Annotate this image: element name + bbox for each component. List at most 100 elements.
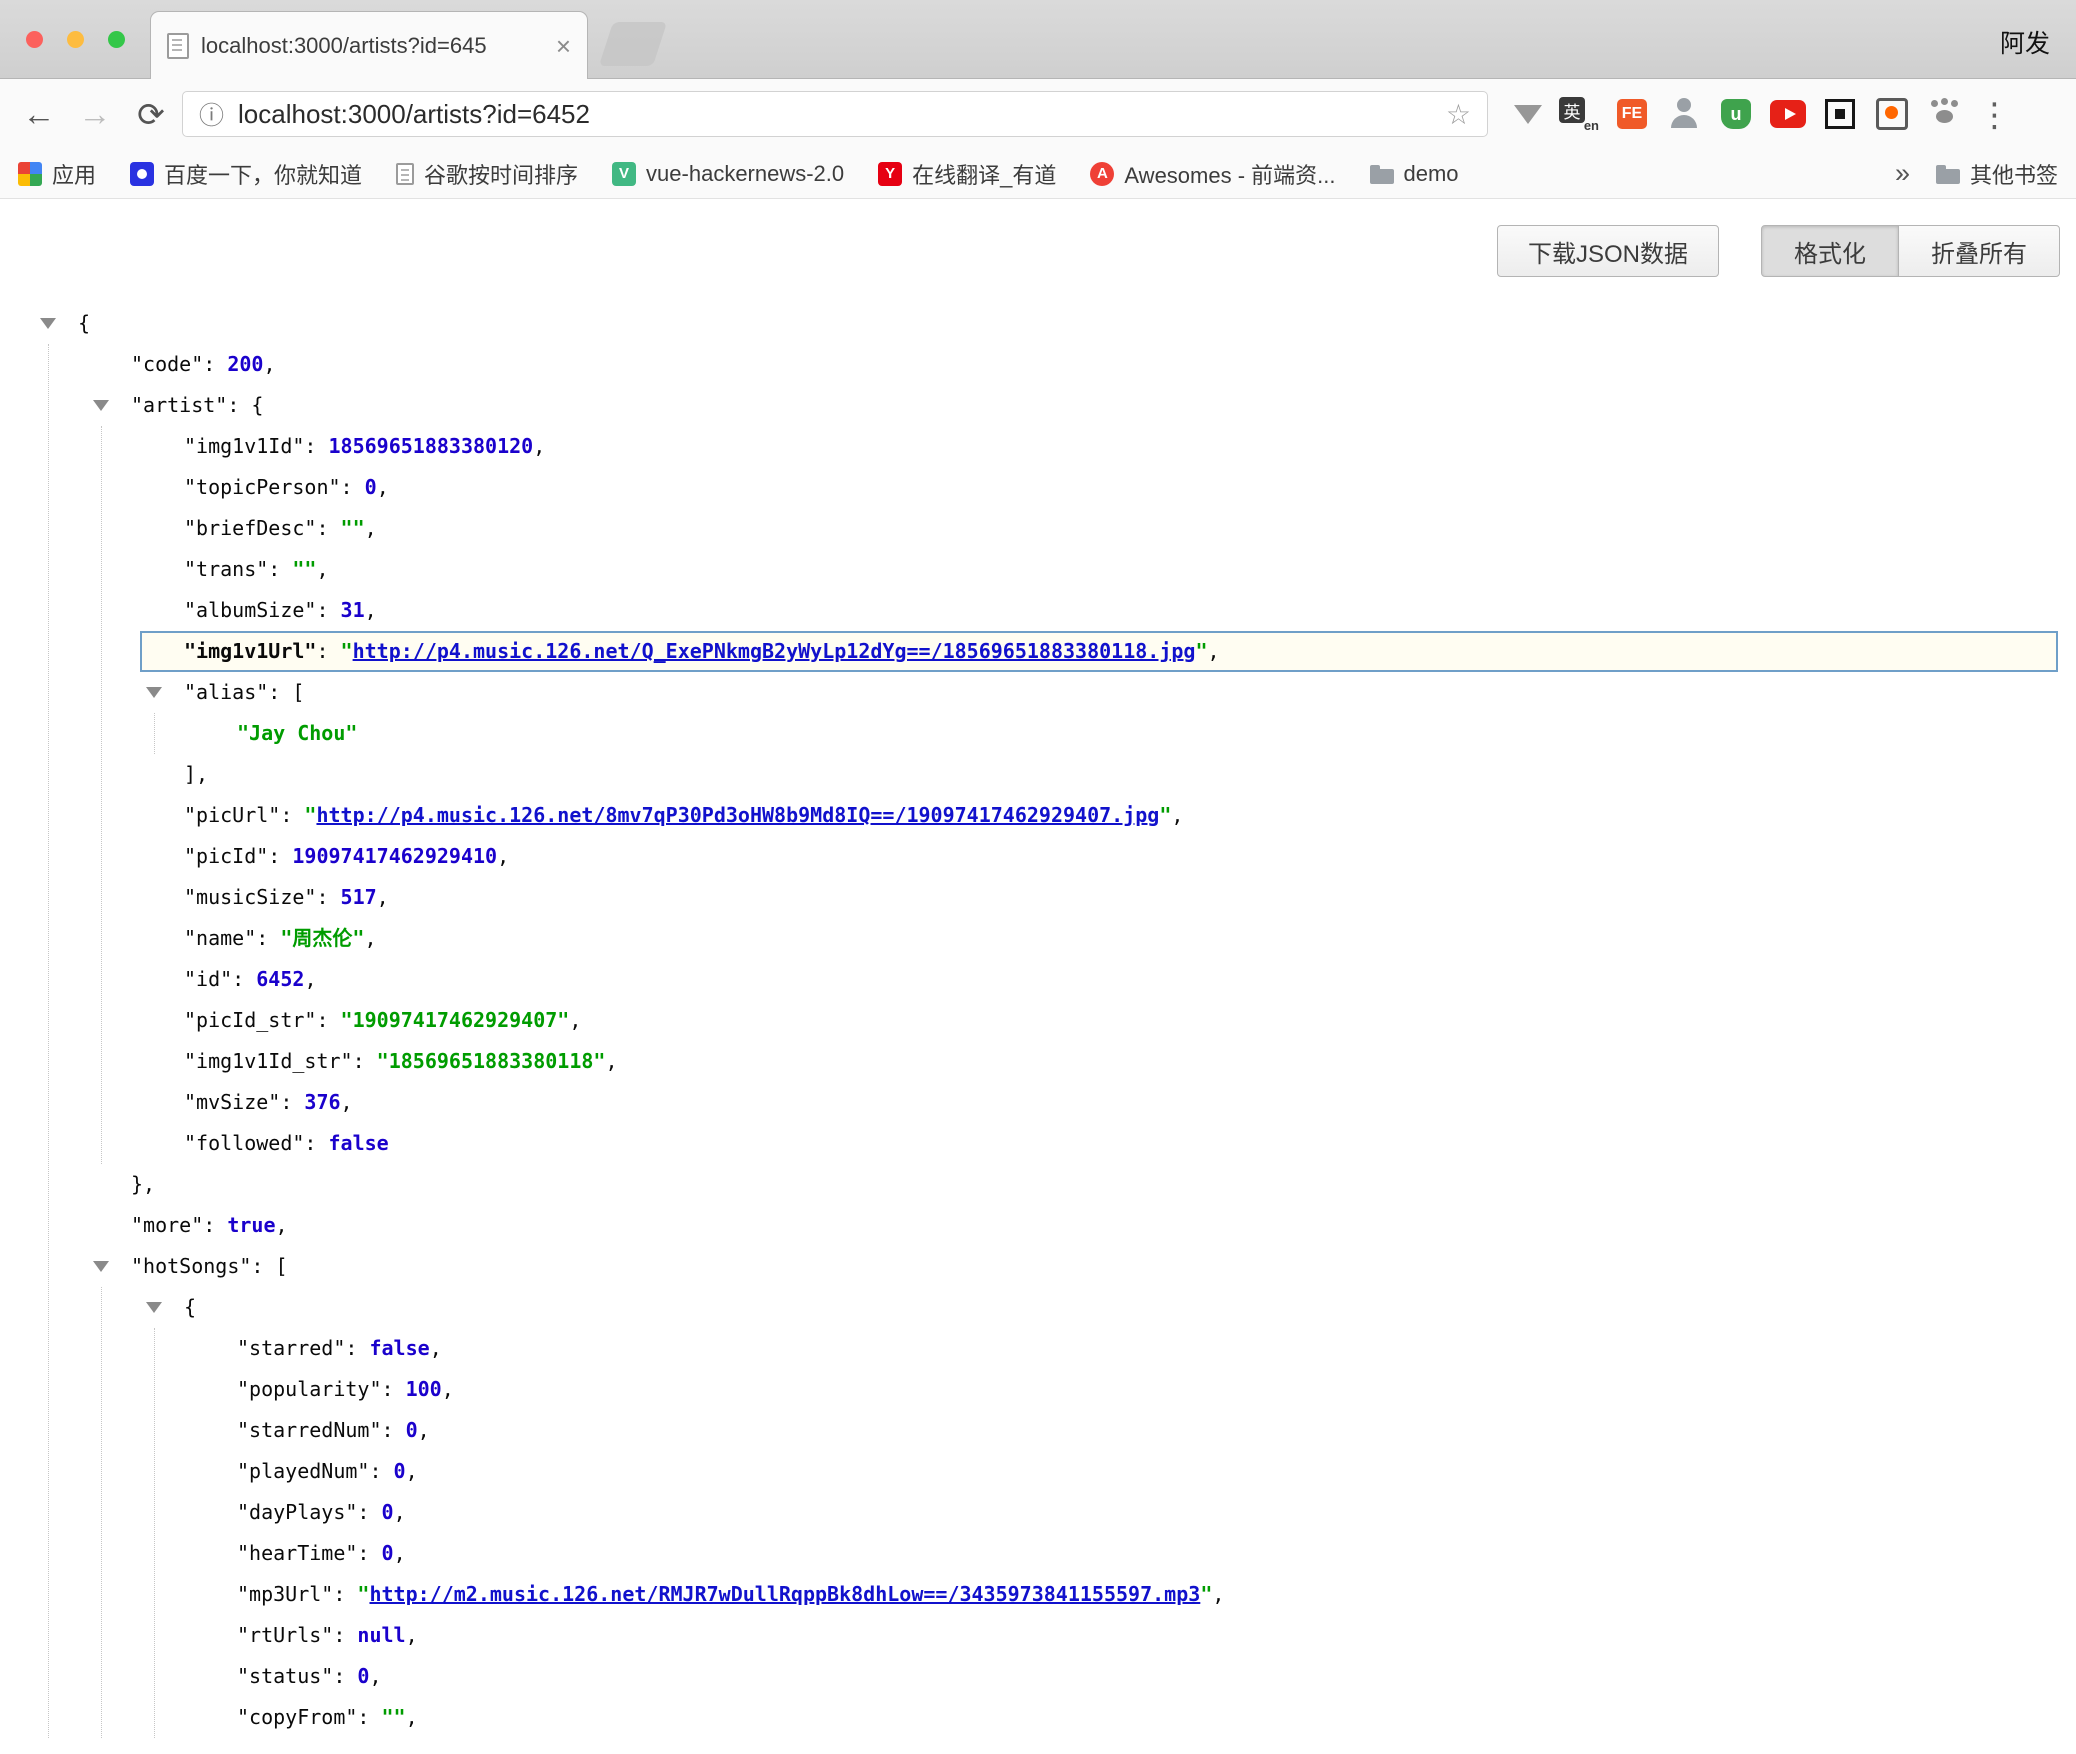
json-key: "dayPlays" <box>237 1500 357 1524</box>
json-line: "img1v1Id": 18569651883380120, <box>0 426 2076 467</box>
json-number-value: 517 <box>341 885 377 909</box>
json-key: "more" <box>131 1213 203 1237</box>
json-colon: : <box>227 393 251 417</box>
json-line: "musicSize": 517, <box>0 877 2076 918</box>
browser-tab[interactable]: localhost:3000/artists?id=645 × <box>150 11 588 79</box>
json-key: "followed" <box>184 1131 304 1155</box>
json-quote: " <box>1159 803 1171 827</box>
json-number-value: 100 <box>406 1377 442 1401</box>
json-line: "picId": 19097417462929410, <box>0 836 2076 877</box>
page-favicon-icon <box>167 33 189 59</box>
tab-close-icon[interactable]: × <box>556 33 571 59</box>
json-line: "albumSize": 31, <box>0 590 2076 631</box>
collapse-arrow-icon[interactable] <box>93 1261 109 1272</box>
shield-extension-icon[interactable]: u <box>1716 94 1756 134</box>
bookmark-item[interactable]: Vvue-hackernews-2.0 <box>612 161 844 187</box>
json-quote: " <box>1200 1582 1212 1606</box>
json-punctuation: , <box>497 844 509 868</box>
browser-menu-icon[interactable]: ⋮ <box>1978 95 2011 134</box>
bookmark-item[interactable]: Y在线翻译_有道 <box>878 158 1056 190</box>
download-json-button[interactable]: 下载JSON数据 <box>1497 225 1719 277</box>
json-punctuation: { <box>251 393 263 417</box>
youtube-extension-icon[interactable] <box>1768 94 1808 134</box>
json-line: "alias": [ <box>0 672 2076 713</box>
bookmark-item[interactable]: 谷歌按时间排序 <box>396 158 578 190</box>
json-line: "starredNum": 0, <box>0 1410 2076 1451</box>
collapse-arrow-icon[interactable] <box>40 318 56 329</box>
bookmarks-overflow-icon[interactable]: » <box>1895 158 1910 189</box>
collapse-arrow-icon[interactable] <box>146 1302 162 1313</box>
json-punctuation: , <box>406 1459 418 1483</box>
json-key: "id" <box>184 967 232 991</box>
json-punctuation: , <box>394 1541 406 1565</box>
json-key: "code" <box>131 352 203 376</box>
json-key: "picId_str" <box>184 1008 316 1032</box>
collapse-arrow-icon[interactable] <box>93 400 109 411</box>
json-literal-value: false <box>369 1336 429 1360</box>
json-colon: : <box>203 1213 227 1237</box>
back-button[interactable]: ← <box>14 95 64 133</box>
window-minimize-button[interactable] <box>67 31 84 48</box>
json-colon: : <box>316 516 340 540</box>
json-string-value: "19097417462929407" <box>341 1008 570 1032</box>
page-info-icon[interactable]: ⓘ <box>199 96 224 132</box>
json-key: "mvSize" <box>184 1090 280 1114</box>
json-line-highlighted: "img1v1Url": "http://p4.music.126.net/Q_… <box>140 631 2058 672</box>
json-punctuation: , <box>364 926 376 950</box>
json-key: "picUrl" <box>184 803 280 827</box>
window-maximize-button[interactable] <box>108 31 125 48</box>
json-key: "trans" <box>184 557 268 581</box>
other-bookmarks-label: 其他书签 <box>1970 158 2058 190</box>
json-url-link[interactable]: http://m2.music.126.net/RMJR7wDullRqppBk… <box>369 1582 1200 1606</box>
json-colon: : <box>280 1090 304 1114</box>
bookmark-item[interactable]: 应用 <box>18 158 96 190</box>
player-extension-icon[interactable] <box>1872 94 1912 134</box>
qrcode-extension-icon[interactable] <box>1820 94 1860 134</box>
shield-extension-label: u <box>1721 99 1751 129</box>
bookmarks-items: 应用 百度一下，你就知道 谷歌按时间排序 Vvue-hackernews-2.0 Y在线… <box>18 158 1459 190</box>
other-bookmarks-folder[interactable]: 其他书签 <box>1936 158 2058 190</box>
address-bar[interactable]: ⓘ localhost:3000/artists?id=6452 ☆ <box>182 91 1488 137</box>
collapse-arrow-extension-icon[interactable] <box>1508 94 1548 134</box>
json-line: "hearTime": 0, <box>0 1533 2076 1574</box>
collapse-all-button[interactable]: 折叠所有 <box>1898 225 2060 277</box>
url-text[interactable]: localhost:3000/artists?id=6452 <box>238 99 590 130</box>
json-punctuation: , <box>263 352 275 376</box>
new-tab-button[interactable] <box>599 22 667 66</box>
bookmark-item[interactable]: AAwesomes - 前端资... <box>1090 158 1335 190</box>
json-url-link[interactable]: http://p4.music.126.net/8mv7qP30Pd3oHW8b… <box>316 803 1159 827</box>
collapse-arrow-icon[interactable] <box>146 687 162 698</box>
json-colon: : <box>316 639 340 663</box>
profile-extension-icon[interactable] <box>1664 94 1704 134</box>
bookmark-item[interactable]: demo <box>1370 161 1459 187</box>
tree-guide-line <box>154 1328 155 1738</box>
folder-icon <box>1936 169 1960 184</box>
reload-button[interactable]: ⟳ <box>126 95 176 134</box>
json-literal-value: null <box>357 1623 405 1647</box>
json-punctuation: , <box>377 475 389 499</box>
bookmark-label: 应用 <box>52 158 96 190</box>
fe-extension-icon[interactable]: FE <box>1612 94 1652 134</box>
json-colon: : <box>316 598 340 622</box>
json-key: "starredNum" <box>237 1418 382 1442</box>
json-punctuation: , <box>430 1336 442 1360</box>
bookmark-item[interactable]: 百度一下，你就知道 <box>130 158 362 190</box>
format-button[interactable]: 格式化 <box>1761 225 1899 277</box>
bookmark-label: Awesomes - 前端资... <box>1124 158 1335 190</box>
bookmark-star-icon[interactable]: ☆ <box>1446 98 1471 131</box>
json-punctuation: [ <box>276 1254 288 1278</box>
tree-guide-line <box>48 344 49 1738</box>
json-colon: : <box>333 1664 357 1688</box>
translate-extension-icon[interactable]: 英 <box>1560 94 1600 134</box>
browser-profile-name[interactable]: 阿发 <box>2000 24 2050 60</box>
json-line: }, <box>0 1164 2076 1205</box>
json-colon: : <box>369 1459 393 1483</box>
paw-extension-icon[interactable] <box>1924 94 1964 134</box>
bookmark-label: 在线翻译_有道 <box>912 158 1056 190</box>
json-string-value: "周杰伦" <box>280 926 364 950</box>
json-line: "topicPerson": 0, <box>0 467 2076 508</box>
window-close-button[interactable] <box>26 31 43 48</box>
json-url-link[interactable]: http://p4.music.126.net/Q_ExePNkmgB2yWyL… <box>353 639 1196 663</box>
json-line: "status": 0, <box>0 1656 2076 1697</box>
json-colon: : <box>280 803 304 827</box>
